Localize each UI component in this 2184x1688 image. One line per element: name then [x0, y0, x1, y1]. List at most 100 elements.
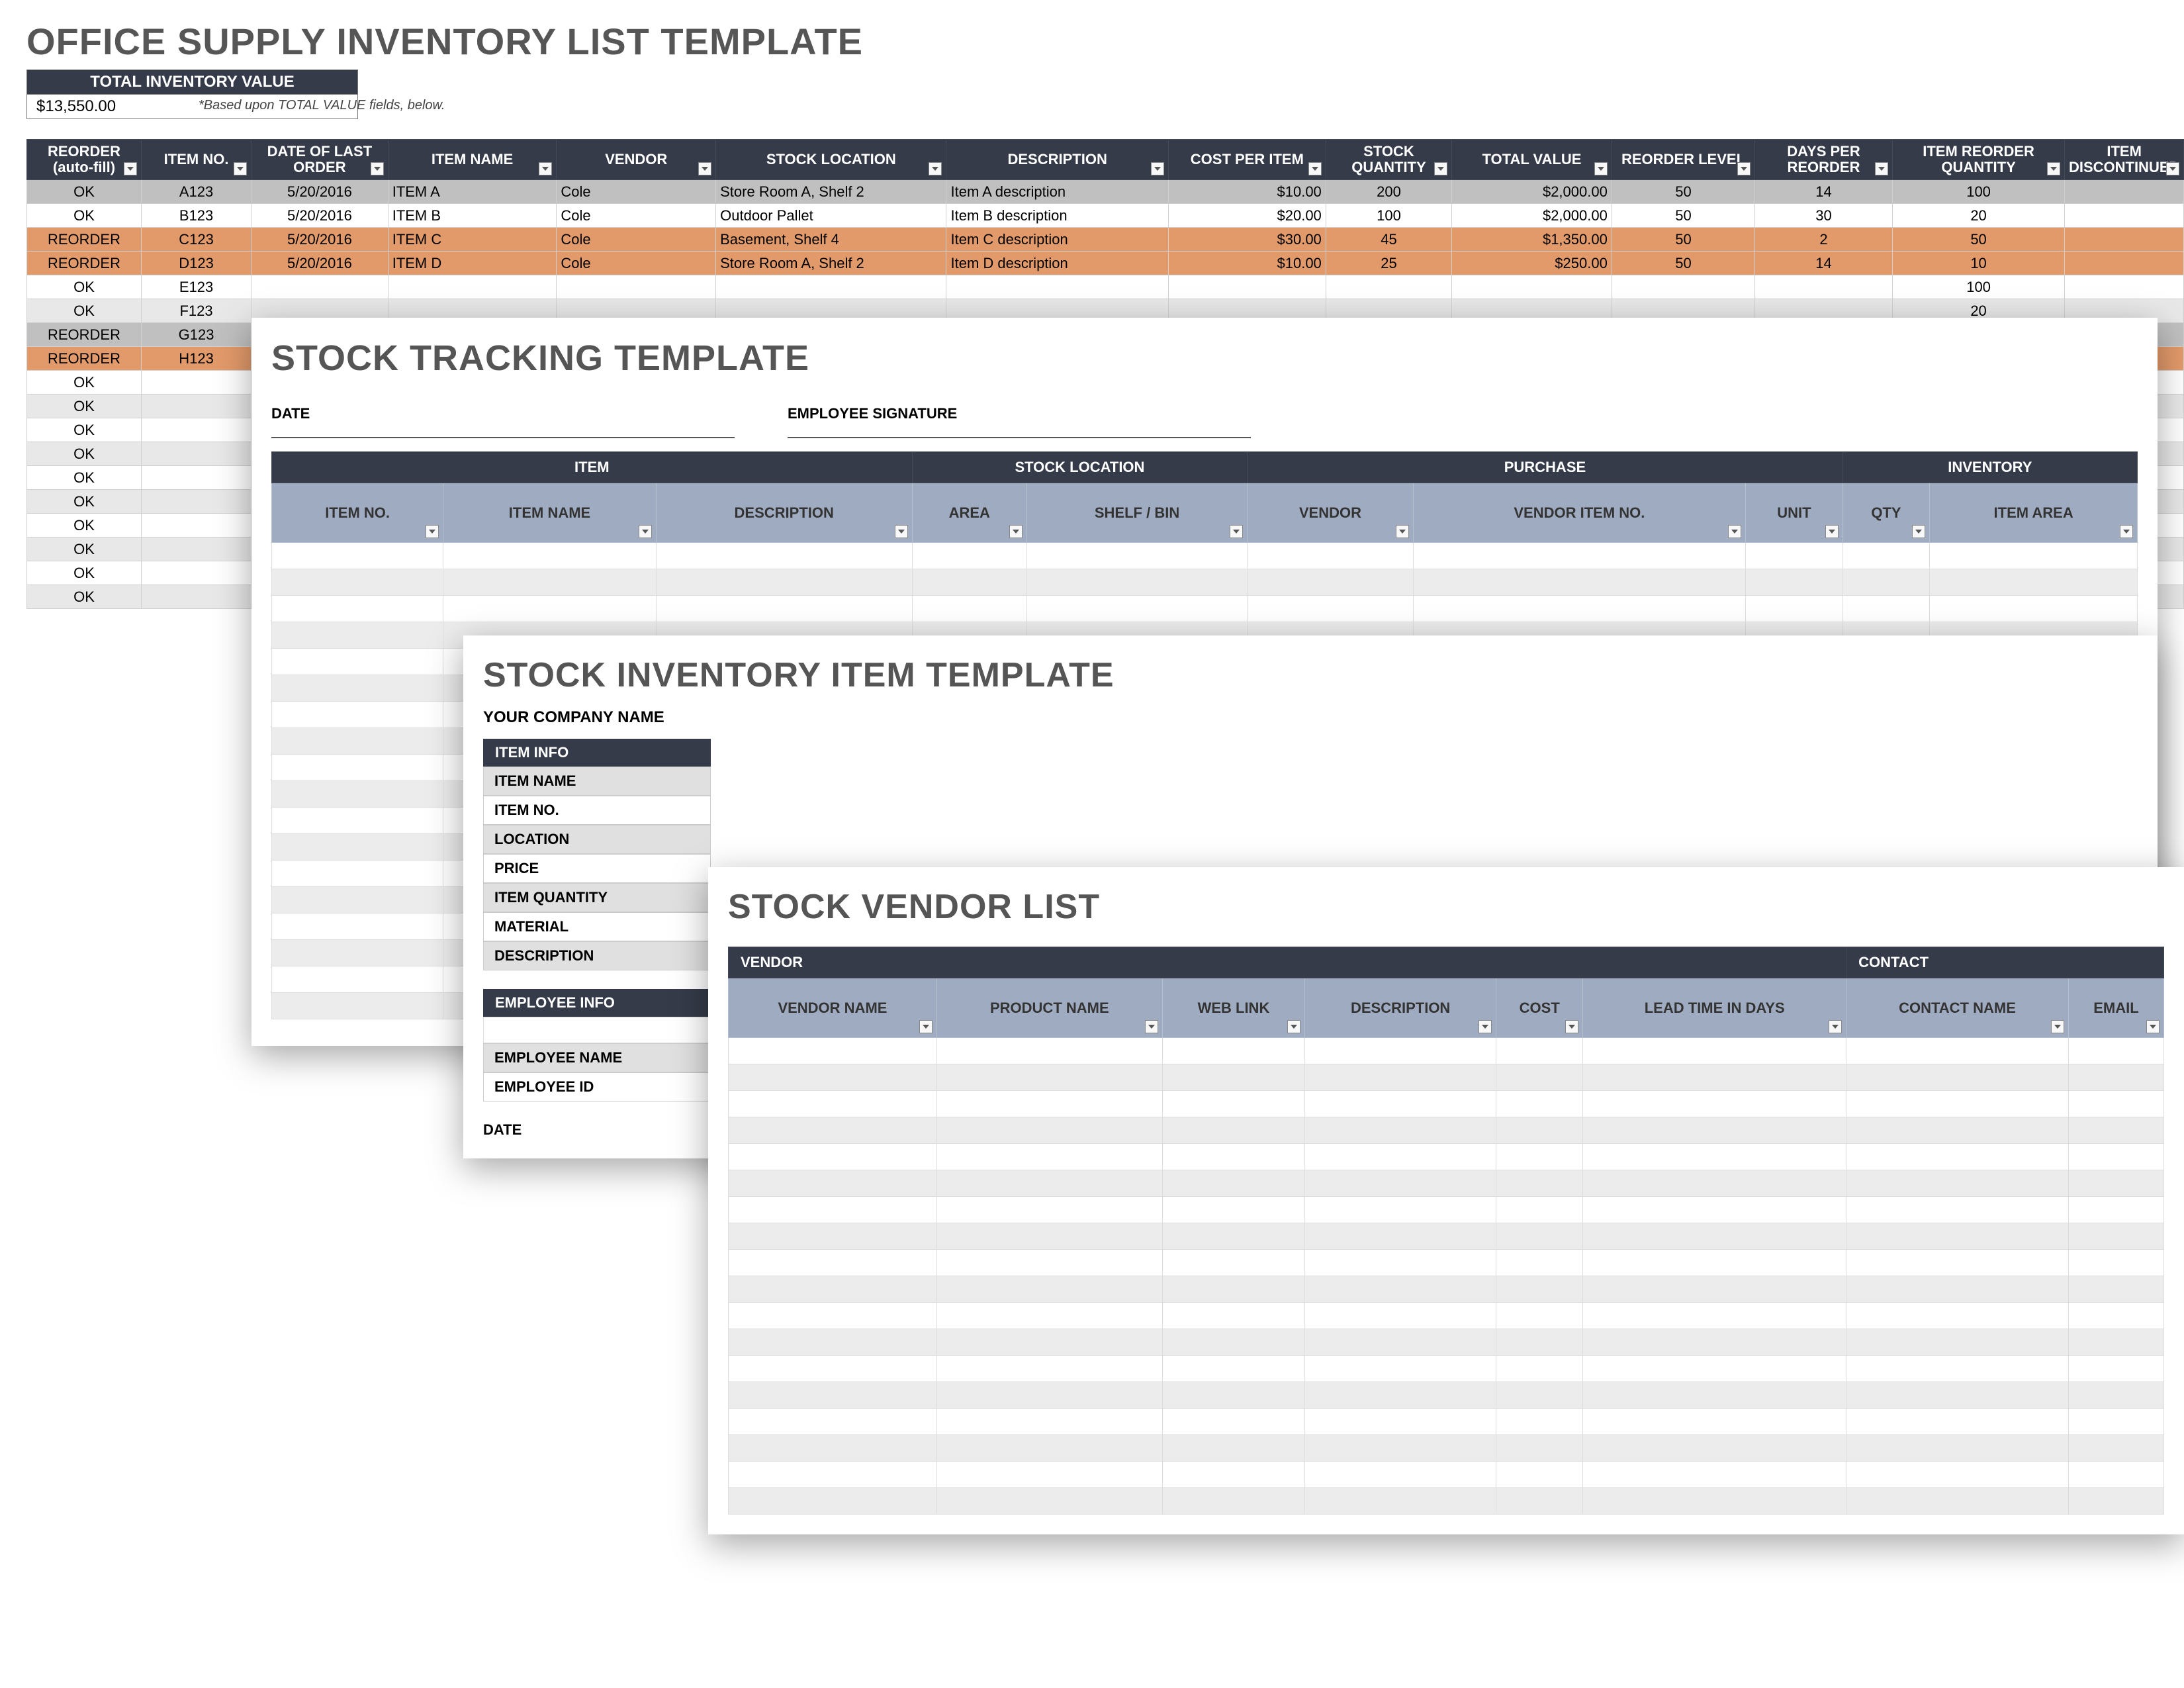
filter-dropdown-icon[interactable] — [1230, 525, 1243, 538]
tracking-sub-header[interactable]: UNIT — [1746, 483, 1843, 543]
filter-dropdown-icon[interactable] — [1825, 525, 1839, 538]
table-row[interactable] — [729, 1409, 2164, 1435]
item-info-row[interactable]: ITEM NAME — [483, 767, 711, 796]
tracking-sub-header[interactable]: AREA — [912, 483, 1026, 543]
inv-col-header[interactable]: DATE OF LAST ORDER — [251, 140, 388, 180]
vendor-sub-header[interactable]: VENDOR NAME — [729, 978, 937, 1038]
inv-col-header[interactable]: ITEM NAME — [388, 140, 557, 180]
filter-dropdown-icon[interactable] — [426, 525, 439, 538]
filter-dropdown-icon[interactable] — [1287, 1020, 1300, 1033]
filter-dropdown-icon[interactable] — [371, 162, 384, 175]
vendor-sub-header[interactable]: COST — [1496, 978, 1583, 1038]
table-row[interactable] — [729, 1170, 2164, 1197]
filter-dropdown-icon[interactable] — [2047, 162, 2060, 175]
vendor-sub-header[interactable]: PRODUCT NAME — [936, 978, 1162, 1038]
table-row[interactable] — [272, 543, 2138, 569]
inv-col-header[interactable]: VENDOR — [557, 140, 716, 180]
inv-col-header[interactable]: COST PER ITEM — [1168, 140, 1326, 180]
filter-dropdown-icon[interactable] — [919, 1020, 933, 1033]
table-row[interactable] — [729, 1197, 2164, 1223]
filter-dropdown-icon[interactable] — [124, 162, 137, 175]
inv-col-header[interactable]: STOCK QUANTITY — [1326, 140, 1451, 180]
vendor-sub-header[interactable]: EMAIL — [2068, 978, 2163, 1038]
filter-dropdown-icon[interactable] — [639, 525, 652, 538]
tracking-sub-header[interactable]: SHELF / BIN — [1026, 483, 1247, 543]
table-row[interactable] — [272, 596, 2138, 622]
item-info-row[interactable]: ITEM QUANTITY — [483, 883, 711, 912]
tracking-sub-header[interactable]: ITEM NO. — [272, 483, 443, 543]
inv-col-header[interactable]: DESCRIPTION — [946, 140, 1168, 180]
table-row[interactable] — [729, 1117, 2164, 1144]
item-info-row[interactable]: LOCATION — [483, 825, 711, 854]
filter-dropdown-icon[interactable] — [1396, 525, 1409, 538]
table-row[interactable] — [729, 1488, 2164, 1515]
table-row[interactable] — [729, 1091, 2164, 1117]
inv-col-header[interactable]: ITEM DISCONTINUED — [2065, 140, 2184, 180]
filter-dropdown-icon[interactable] — [2120, 525, 2133, 538]
table-row[interactable] — [729, 1382, 2164, 1409]
table-row[interactable] — [729, 1276, 2164, 1303]
filter-dropdown-icon[interactable] — [2146, 1020, 2160, 1033]
filter-dropdown-icon[interactable] — [1737, 162, 1751, 175]
tracking-sub-header[interactable]: QTY — [1843, 483, 1930, 543]
filter-dropdown-icon[interactable] — [698, 162, 711, 175]
item-info-row[interactable]: MATERIAL — [483, 912, 711, 941]
inv-col-header[interactable]: DAYS PER REORDER — [1755, 140, 1893, 180]
table-row[interactable] — [729, 1223, 2164, 1250]
tracking-sub-header[interactable]: DESCRIPTION — [656, 483, 912, 543]
table-row[interactable] — [729, 1064, 2164, 1091]
inv-col-header[interactable]: ITEM REORDER QUANTITY — [1892, 140, 2065, 180]
tracking-sub-header[interactable]: ITEM NAME — [443, 483, 657, 543]
table-row[interactable]: REORDERC1235/20/2016ITEM CColeBasement, … — [27, 228, 2184, 252]
filter-dropdown-icon[interactable] — [1728, 525, 1741, 538]
employee-info-row[interactable]: EMPLOYEE NAME — [483, 1043, 711, 1072]
vendor-sub-header[interactable]: CONTACT NAME — [1846, 978, 2069, 1038]
table-row[interactable] — [729, 1356, 2164, 1382]
inv-col-header[interactable]: REORDER (auto-fill) — [27, 140, 142, 180]
tracking-sub-header[interactable]: VENDOR — [1248, 483, 1413, 543]
table-row[interactable] — [729, 1303, 2164, 1329]
filter-dropdown-icon[interactable] — [1594, 162, 1608, 175]
table-row[interactable] — [729, 1462, 2164, 1488]
table-row[interactable] — [729, 1250, 2164, 1276]
inv-col-header[interactable]: TOTAL VALUE — [1452, 140, 1612, 180]
filter-dropdown-icon[interactable] — [895, 525, 908, 538]
date-field: DATE — [271, 405, 735, 438]
inv-col-header[interactable]: STOCK LOCATION — [716, 140, 946, 180]
table-row[interactable] — [729, 1144, 2164, 1170]
table-row[interactable] — [729, 1329, 2164, 1356]
filter-dropdown-icon[interactable] — [1308, 162, 1322, 175]
vendor-sub-header[interactable]: DESCRIPTION — [1305, 978, 1496, 1038]
tracking-sub-header[interactable]: VENDOR ITEM NO. — [1413, 483, 1746, 543]
vendor-sub-header[interactable]: WEB LINK — [1162, 978, 1304, 1038]
filter-dropdown-icon[interactable] — [929, 162, 942, 175]
table-row[interactable] — [729, 1038, 2164, 1064]
item-info-row[interactable]: DESCRIPTION — [483, 941, 711, 970]
filter-dropdown-icon[interactable] — [1565, 1020, 1578, 1033]
vendor-sub-header[interactable]: LEAD TIME IN DAYS — [1583, 978, 1846, 1038]
item-info-row[interactable]: ITEM NO. — [483, 796, 711, 825]
table-row[interactable]: OKA1235/20/2016ITEM AColeStore Room A, S… — [27, 180, 2184, 204]
filter-dropdown-icon[interactable] — [1009, 525, 1023, 538]
table-row[interactable]: OKB1235/20/2016ITEM BColeOutdoor PalletI… — [27, 204, 2184, 228]
table-row[interactable] — [729, 1435, 2164, 1462]
filter-dropdown-icon[interactable] — [1151, 162, 1164, 175]
filter-dropdown-icon[interactable] — [2166, 162, 2179, 175]
inv-col-header[interactable]: ITEM NO. — [142, 140, 251, 180]
filter-dropdown-icon[interactable] — [1145, 1020, 1158, 1033]
filter-dropdown-icon[interactable] — [1434, 162, 1447, 175]
filter-dropdown-icon[interactable] — [1912, 525, 1925, 538]
tracking-sub-header[interactable]: ITEM AREA — [1930, 483, 2138, 543]
filter-dropdown-icon[interactable] — [1829, 1020, 1842, 1033]
employee-info-row[interactable]: EMPLOYEE ID — [483, 1072, 711, 1102]
filter-dropdown-icon[interactable] — [234, 162, 247, 175]
filter-dropdown-icon[interactable] — [539, 162, 552, 175]
table-row[interactable]: OKE123100 — [27, 275, 2184, 299]
filter-dropdown-icon[interactable] — [1875, 162, 1888, 175]
table-row[interactable]: REORDERD1235/20/2016ITEM DColeStore Room… — [27, 252, 2184, 275]
item-info-row[interactable]: PRICE — [483, 854, 711, 883]
filter-dropdown-icon[interactable] — [2051, 1020, 2064, 1033]
filter-dropdown-icon[interactable] — [1479, 1020, 1492, 1033]
inv-col-header[interactable]: REORDER LEVEL — [1612, 140, 1754, 180]
table-row[interactable] — [272, 569, 2138, 596]
